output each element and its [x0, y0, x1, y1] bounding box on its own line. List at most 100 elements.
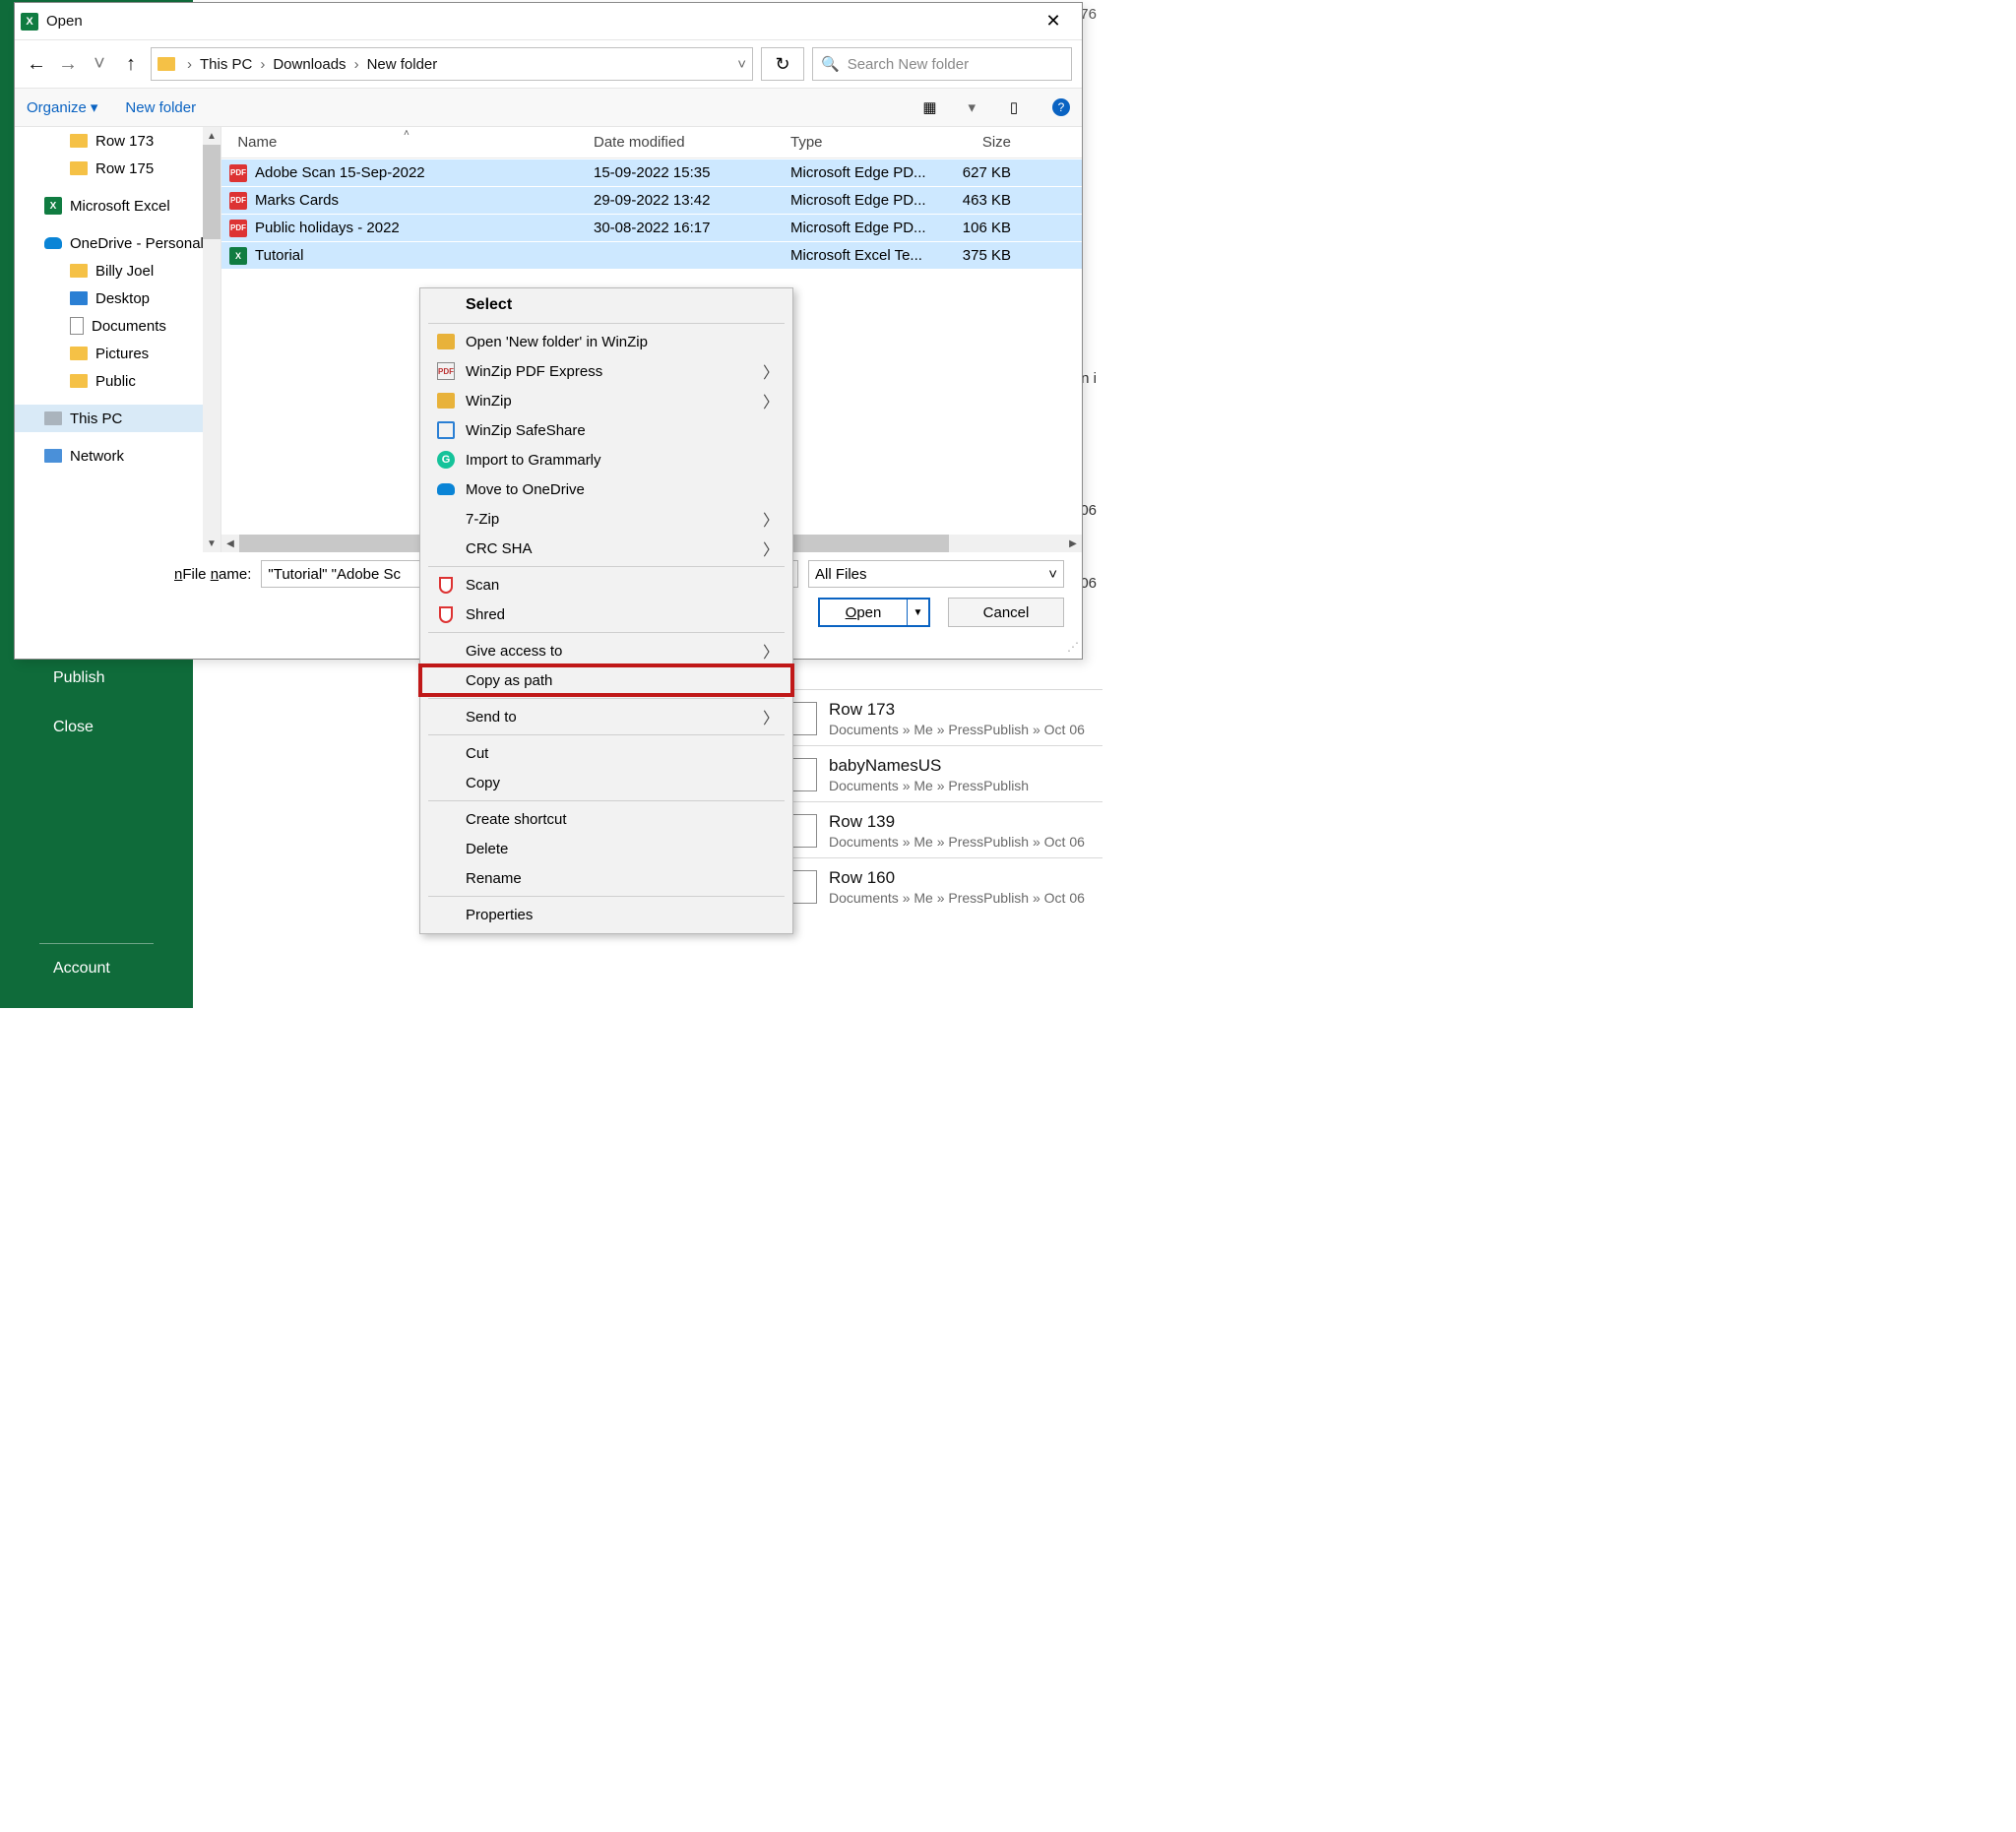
chevron-right-icon: ›	[183, 56, 196, 73]
mi-7zip[interactable]: 7-Zip〉	[420, 504, 792, 534]
network-icon	[44, 449, 62, 463]
desktop-icon	[70, 291, 88, 305]
header-date[interactable]: Date modified	[586, 134, 783, 151]
recent-path: Documents » Me » PressPublish	[829, 778, 1102, 793]
onedrive-icon	[44, 237, 62, 249]
file-row[interactable]: XTutorial Microsoft Excel Te... 375 KB	[221, 241, 1082, 269]
tree-documents[interactable]: Documents	[15, 312, 220, 340]
chevron-right-icon: 〉	[763, 389, 779, 412]
chevron-down-icon[interactable]: ▾	[968, 98, 976, 116]
crumb-newfolder[interactable]: New folder	[367, 56, 438, 73]
recent-path: Documents » Me » PressPublish » Oct 06	[829, 834, 1102, 850]
crumb-downloads[interactable]: Downloads	[273, 56, 346, 73]
mi-shred[interactable]: Shred	[420, 600, 792, 629]
tree-scrollbar[interactable]: ▲ ▼	[203, 127, 220, 552]
view-options-button[interactable]: ▦	[918, 96, 940, 118]
scroll-thumb[interactable]	[203, 145, 220, 239]
file-type-filter[interactable]: All Files˅	[808, 560, 1064, 588]
tree-billy-joel[interactable]: Billy Joel	[15, 257, 220, 284]
menu-separator	[428, 323, 785, 324]
mi-create-shortcut[interactable]: Create shortcut	[420, 804, 792, 834]
pdf-icon: PDF	[229, 192, 247, 210]
open-split-button[interactable]: Open ▼	[818, 598, 930, 627]
mi-rename[interactable]: Rename	[420, 863, 792, 893]
back-button[interactable]: ←	[25, 52, 48, 76]
mi-copy[interactable]: Copy	[420, 768, 792, 797]
sidebar-divider	[39, 943, 154, 944]
mi-give-access-to[interactable]: Give access to〉	[420, 636, 792, 665]
organize-button[interactable]: Organize ▾	[27, 98, 97, 116]
mcafee-icon	[439, 606, 453, 623]
tree-row-173[interactable]: Row 173	[15, 127, 220, 155]
mi-winzip[interactable]: WinZip〉	[420, 386, 792, 415]
chevron-down-icon[interactable]: ˅	[737, 56, 746, 73]
file-row[interactable]: PDFMarks Cards 29-09-2022 13:42 Microsof…	[221, 186, 1082, 214]
recent-item[interactable]: babyNamesUS Documents » Me » PressPublis…	[788, 745, 1102, 801]
header-size[interactable]: Size	[950, 134, 1019, 151]
navigation-tree[interactable]: Row 173 Row 175 XMicrosoft Excel OneDriv…	[15, 127, 221, 552]
open-dropdown[interactable]: ▼	[907, 600, 928, 625]
file-row[interactable]: PDFPublic holidays - 2022 30-08-2022 16:…	[221, 214, 1082, 241]
column-headers[interactable]: Name˄ Date modified Type Size	[221, 127, 1082, 158]
onedrive-icon	[437, 483, 455, 495]
mi-send-to[interactable]: Send to〉	[420, 702, 792, 731]
new-folder-button[interactable]: New folder	[125, 99, 196, 116]
mi-move-to-onedrive[interactable]: Move to OneDrive	[420, 474, 792, 504]
open-button[interactable]: Open	[820, 600, 907, 625]
scroll-down-icon[interactable]: ▼	[203, 535, 220, 552]
mi-crc-sha[interactable]: CRC SHA〉	[420, 534, 792, 563]
mi-copy-as-path[interactable]: Copy as path	[420, 665, 792, 695]
tree-pictures[interactable]: Pictures	[15, 340, 220, 367]
mi-properties[interactable]: Properties	[420, 900, 792, 929]
refresh-button[interactable]: ↻	[761, 47, 804, 81]
backstage-publish[interactable]: Publish	[0, 660, 193, 697]
search-icon: 🔍	[821, 55, 840, 73]
folder-icon	[70, 347, 88, 360]
recent-item[interactable]: Row 160 Documents » Me » PressPublish » …	[788, 857, 1102, 914]
crumb-thispc[interactable]: This PC	[200, 56, 252, 73]
resize-grip[interactable]: ⋰	[1067, 644, 1079, 656]
header-type[interactable]: Type	[783, 134, 950, 151]
address-bar[interactable]: › This PC › Downloads › New folder ˅	[151, 47, 753, 81]
tree-onedrive[interactable]: OneDrive - Personal	[15, 229, 220, 257]
scroll-right-icon[interactable]: ▶	[1064, 535, 1082, 552]
recent-path: Documents » Me » PressPublish » Oct 06	[829, 890, 1102, 906]
winzip-icon	[437, 334, 455, 349]
help-button[interactable]: ?	[1052, 98, 1070, 116]
dialog-title: Open	[46, 13, 1031, 30]
preview-pane-button[interactable]: ▯	[1003, 96, 1025, 118]
tree-row-175[interactable]: Row 175	[15, 155, 220, 182]
recent-locations-button[interactable]: ˅	[88, 52, 111, 76]
tree-this-pc[interactable]: This PC	[15, 405, 220, 432]
recent-item[interactable]: Row 139 Documents » Me » PressPublish » …	[788, 801, 1102, 857]
mi-import-grammarly[interactable]: GImport to Grammarly	[420, 445, 792, 474]
up-button[interactable]: ↑	[119, 52, 143, 76]
backstage-account[interactable]: Account	[0, 950, 193, 987]
filename-label: nFile name:File name:	[174, 566, 251, 583]
tree-microsoft-excel[interactable]: XMicrosoft Excel	[15, 192, 220, 220]
file-row[interactable]: PDFAdobe Scan 15-Sep-2022 15-09-2022 15:…	[221, 158, 1082, 186]
backstage-close[interactable]: Close	[0, 709, 193, 746]
scroll-left-icon[interactable]: ◀	[221, 535, 239, 552]
recent-item[interactable]: Row 173 Documents » Me » PressPublish » …	[788, 689, 1102, 745]
tree-public[interactable]: Public	[15, 367, 220, 395]
mi-open-in-winzip[interactable]: Open 'New folder' in WinZip	[420, 327, 792, 356]
scroll-up-icon[interactable]: ▲	[203, 127, 220, 145]
mi-delete[interactable]: Delete	[420, 834, 792, 863]
tree-desktop[interactable]: Desktop	[15, 284, 220, 312]
recent-title: Row 139	[829, 812, 1102, 832]
chevron-right-icon: ›	[350, 56, 363, 73]
recent-title: babyNamesUS	[829, 756, 1102, 776]
cancel-button[interactable]: Cancel	[948, 598, 1064, 627]
forward-button[interactable]: →	[56, 52, 80, 76]
header-name[interactable]: Name˄	[221, 134, 586, 151]
mi-scan[interactable]: Scan	[420, 570, 792, 600]
menu-separator	[428, 698, 785, 699]
title-bar: X Open ✕	[15, 3, 1082, 40]
mi-winzip-pdf-express[interactable]: PDFWinZip PDF Express〉	[420, 356, 792, 386]
mi-winzip-safeshare[interactable]: WinZip SafeShare	[420, 415, 792, 445]
search-input[interactable]: 🔍 Search New folder	[812, 47, 1072, 81]
mi-cut[interactable]: Cut	[420, 738, 792, 768]
tree-network[interactable]: Network	[15, 442, 220, 470]
close-button[interactable]: ✕	[1031, 4, 1076, 39]
